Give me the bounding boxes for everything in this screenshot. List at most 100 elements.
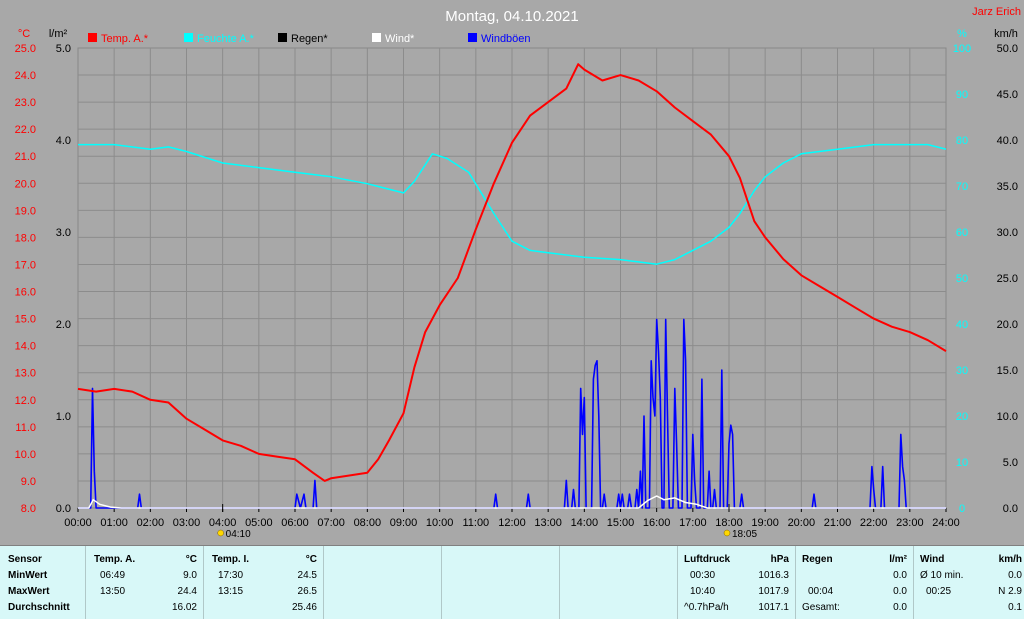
- legend-swatch: [278, 33, 287, 42]
- humidity-tick-label: 0: [959, 503, 965, 515]
- station-name: Jarz Erich: [972, 6, 1021, 18]
- stats-regen-col: Regen l/m² 0.0 00:04 0.0 Gesamt: 0.0: [796, 546, 914, 619]
- legend-label: Wind*: [385, 33, 415, 45]
- x-tick-label: 11:00: [462, 517, 489, 529]
- temp-a-max-value: 24.4: [177, 586, 197, 597]
- temp-i-avg-value: 25.46: [291, 602, 317, 613]
- luftdruck-avg-value: 1017.1: [758, 602, 789, 613]
- x-tick-label: 10:00: [426, 517, 454, 529]
- x-tick-label: 01:00: [100, 517, 128, 529]
- rain-tick-label: 3.0: [56, 227, 71, 239]
- temp-i-min-time: 17:30: [218, 570, 244, 581]
- temp-a-unit: °C: [185, 554, 197, 565]
- x-tick-label: 06:00: [281, 517, 309, 529]
- wind-tick-label: 40.0: [997, 135, 1018, 147]
- temp-unit: °C: [18, 28, 30, 40]
- wind-tick-label: 45.0: [997, 89, 1018, 101]
- humidity-tick-label: 80: [956, 135, 968, 147]
- luftdruck-unit: hPa: [770, 554, 789, 565]
- humidity-tick-label: 50: [956, 273, 968, 285]
- wind-max-value: N 2.9: [998, 586, 1022, 597]
- wind-tick-label: 25.0: [997, 273, 1018, 285]
- regen-max-time: 00:04: [808, 586, 834, 597]
- x-tick-label: 17:00: [679, 517, 707, 529]
- rain-tick-label: 0.0: [56, 503, 71, 515]
- x-tick-label: 00:00: [64, 517, 92, 529]
- luftdruck-header: Luftdruck: [684, 554, 731, 565]
- temp-tick-label: 10.0: [15, 449, 36, 461]
- temp-i-max-value: 26.5: [297, 586, 317, 597]
- temp-tick-label: 18.0: [15, 232, 36, 244]
- legend-label: Feuchte A.*: [197, 33, 255, 45]
- humidity-tick-label: 20: [956, 411, 968, 423]
- row-label-avg: Durchschnitt: [8, 602, 70, 613]
- temp-a-max-time: 13:50: [100, 586, 126, 597]
- temp-tick-label: 12.0: [15, 395, 36, 407]
- stats-sensor-col: Sensor MinWert MaxWert Durchschnitt: [0, 546, 86, 619]
- chart-area: Montag, 04.10.2021 Jarz Erich °C l/m² % …: [0, 0, 1024, 545]
- rain-tick-label: 1.0: [56, 411, 71, 423]
- wind-tick-label: 5.0: [1003, 457, 1018, 469]
- temp-tick-label: 13.0: [15, 368, 36, 380]
- row-label-max: MaxWert: [8, 586, 50, 597]
- humidity-tick-label: 100: [953, 43, 971, 55]
- x-tick-label: 22:00: [860, 517, 888, 529]
- temp-tick-label: 8.0: [21, 503, 36, 515]
- wind-tick-label: 35.0: [997, 181, 1018, 193]
- wind-overall-value: 0.1: [1008, 602, 1022, 613]
- x-tick-label: 18:00: [715, 517, 743, 529]
- x-tick-label: 05:00: [245, 517, 273, 529]
- humidity-tick-label: 60: [956, 227, 968, 239]
- x-tick-label: 09:00: [390, 517, 418, 529]
- x-tick-label: 14:00: [571, 517, 599, 529]
- luftdruck-min-time: 00:30: [690, 570, 716, 581]
- legend-label: Temp. A.*: [101, 33, 149, 45]
- sun-icon: [723, 529, 731, 537]
- temp-a-header: Temp. A.: [94, 554, 136, 565]
- wind-tick-label: 20.0: [997, 319, 1018, 331]
- x-tick-label: 16:00: [643, 517, 671, 529]
- temp-tick-label: 15.0: [15, 314, 36, 326]
- temp-a-avg-value: 16.02: [171, 602, 197, 613]
- temp-i-unit: °C: [305, 554, 317, 565]
- wind-tick-label: 15.0: [997, 365, 1018, 377]
- x-tick-label: 20:00: [788, 517, 816, 529]
- wind-tick-label: 10.0: [997, 411, 1018, 423]
- wind-max-time: 00:25: [926, 586, 952, 597]
- x-tick-label: 03:00: [173, 517, 201, 529]
- humidity-tick-label: 90: [956, 89, 968, 101]
- temp-tick-label: 11.0: [15, 422, 36, 434]
- wind-unit: km/h: [998, 554, 1022, 565]
- stats-temp-i-col: Temp. I. °C 17:30 24.5 13:15 26.5 25.46: [204, 546, 324, 619]
- wind-tick-label: 50.0: [997, 43, 1018, 55]
- wind-header: Wind: [920, 554, 945, 565]
- luftdruck-trend: ^0.7hPa/h: [684, 602, 729, 613]
- x-tick-label: 21:00: [824, 517, 852, 529]
- stats-temp-a-col: Temp. A. °C 06:49 9.0 13:50 24.4 16.02: [86, 546, 204, 619]
- temp-tick-label: 14.0: [15, 341, 36, 353]
- regen-total-label: Gesamt:: [802, 602, 840, 613]
- sensor-header: Sensor: [8, 554, 42, 565]
- stats-empty-col-1: [324, 546, 442, 619]
- temp-i-min-value: 24.5: [297, 570, 317, 581]
- temp-tick-label: 25.0: [15, 43, 36, 55]
- temp-tick-label: 19.0: [15, 205, 36, 217]
- legend-swatch: [184, 33, 193, 42]
- stats-panel: Sensor MinWert MaxWert Durchschnitt Temp…: [0, 545, 1024, 619]
- stats-wind-col: Wind km/h Ø 10 min. 0.0 00:25 N 2.9 0.1: [914, 546, 1024, 619]
- wind-unit: km/h: [994, 28, 1018, 40]
- x-tick-label: 07:00: [317, 517, 345, 529]
- humidity-tick-label: 10: [956, 457, 968, 469]
- wind-avg-label: Ø 10 min.: [920, 570, 964, 581]
- x-tick-label: 19:00: [751, 517, 779, 529]
- humidity-tick-label: 70: [956, 181, 968, 193]
- x-tick-label: 13:00: [534, 517, 562, 529]
- luftdruck-max-time: 10:40: [690, 586, 716, 597]
- temp-tick-label: 20.0: [15, 178, 36, 190]
- temp-a-min-value: 9.0: [183, 570, 197, 581]
- wind-tick-label: 30.0: [997, 227, 1018, 239]
- stats-empty-col-3: [560, 546, 678, 619]
- sun-icon: [217, 529, 224, 537]
- humidity-tick-label: 40: [956, 319, 968, 331]
- rain-tick-label: 2.0: [56, 319, 71, 331]
